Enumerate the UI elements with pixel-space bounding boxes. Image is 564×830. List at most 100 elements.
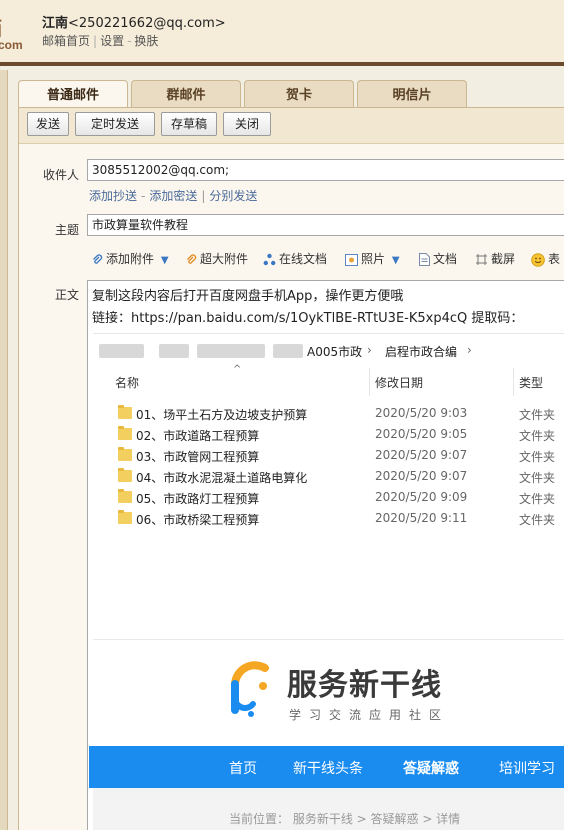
left-rail bbox=[0, 70, 8, 830]
attachment-toolbar: 添加附件 ▼ 超大附件 在线文档 照片 ▼ 文档 截屏 表 bbox=[87, 248, 564, 270]
link-settings[interactable]: 设置 bbox=[100, 34, 124, 48]
chevron-down-icon[interactable]: ▼ bbox=[161, 255, 169, 266]
link-mail-home[interactable]: 邮箱首页 bbox=[42, 34, 90, 48]
compose-panel: 发送 定时发送 存草稿 关闭 收件人 3085512002@qq.com; 添加… bbox=[18, 107, 564, 830]
file-type: 文件夹 bbox=[519, 450, 556, 464]
add-attachment-label: 添加附件 bbox=[106, 252, 155, 266]
recipient-options: 添加抄送 - 添加密送 | 分别发送 bbox=[89, 187, 257, 204]
save-draft-button[interactable]: 存草稿 bbox=[161, 112, 217, 136]
add-cc-link[interactable]: 添加抄送 bbox=[89, 189, 137, 203]
site-breadcrumb-bar: 当前位置： 服务新干线 > 答疑解惑 > 详情 bbox=[93, 788, 564, 830]
file-date: 2020/5/20 9:03 bbox=[375, 406, 468, 420]
to-label: 收件人 bbox=[42, 168, 79, 182]
file-name: 05、市政路灯工程预算 bbox=[136, 492, 260, 506]
screenshot-button[interactable]: 截屏 bbox=[475, 250, 515, 267]
online-doc-label: 在线文档 bbox=[279, 252, 328, 266]
chevron-down-icon[interactable]: ▼ bbox=[392, 255, 400, 266]
emoji-label: 表 bbox=[548, 252, 561, 266]
online-doc-button[interactable]: 在线文档 bbox=[263, 250, 327, 267]
folder-icon bbox=[118, 426, 132, 440]
chevron-right-icon: › bbox=[367, 343, 372, 357]
compose-tabs: 普通邮件 群邮件 贺卡 明信片 bbox=[18, 80, 564, 109]
breadcrumb-item: 启程市政合编 bbox=[385, 345, 458, 359]
photo-button[interactable]: 照片 ▼ bbox=[345, 250, 400, 267]
user-email: <250221662@qq.com> bbox=[68, 16, 226, 31]
divider bbox=[369, 368, 370, 396]
subject-field[interactable]: 市政算量软件教程 bbox=[87, 214, 564, 236]
table-row: 02、市政道路工程预算 2020/5/20 9:05 文件夹 bbox=[93, 425, 564, 446]
add-bcc-link[interactable]: 添加密送 bbox=[149, 189, 197, 203]
site-nav-item: 新干线头条 bbox=[293, 761, 363, 777]
logo-domain: com bbox=[0, 38, 23, 52]
file-name: 02、市政道路工程预算 bbox=[136, 429, 260, 443]
divider: - bbox=[141, 189, 146, 203]
body-editor[interactable]: 复制这段内容后打开百度网盘手机App，操作更方便哦 链接：https://pan… bbox=[87, 280, 564, 830]
separate-send-link[interactable]: 分别发送 bbox=[209, 189, 257, 203]
site-nav-item: 答疑解惑 bbox=[403, 761, 459, 777]
blurred-path bbox=[99, 344, 144, 358]
body-text-line: 复制这段内容后打开百度网盘手机App，操作更方便哦 bbox=[92, 289, 404, 304]
body-label: 正文 bbox=[54, 288, 79, 302]
file-type: 文件夹 bbox=[519, 429, 556, 443]
folder-icon bbox=[118, 447, 132, 461]
emoji-button[interactable]: 表 bbox=[531, 250, 560, 267]
site-logo-icon bbox=[231, 661, 269, 717]
to-field[interactable]: 3085512002@qq.com; bbox=[87, 159, 564, 181]
mailbox-logo[interactable]: 箱 com bbox=[0, 6, 30, 56]
mail-header: 箱 com 江南<250221662@qq.com> 邮箱首页|设置-换肤 bbox=[0, 0, 564, 66]
table-row: 03、市政管网工程预算 2020/5/20 9:07 文件夹 bbox=[93, 446, 564, 467]
tab-normal-mail[interactable]: 普通邮件 bbox=[18, 80, 128, 109]
share-nodes-icon bbox=[263, 253, 276, 266]
column-type: 类型 bbox=[519, 376, 544, 390]
site-nav-bar: 首页 新干线头条 答疑解惑 培训学习 bbox=[89, 746, 564, 788]
site-nav-item: 首页 bbox=[229, 761, 257, 777]
explorer-address-bar: A005市政 › 启程市政合编 › bbox=[93, 338, 564, 362]
large-attachment-button[interactable]: 超大附件 bbox=[185, 250, 248, 267]
document-label: 文档 bbox=[433, 252, 458, 266]
paperclip-icon bbox=[93, 253, 103, 264]
folder-icon bbox=[118, 489, 132, 503]
add-attachment-button[interactable]: 添加附件 ▼ bbox=[91, 250, 169, 267]
file-name: 01、场平土石方及边坡支护预算 bbox=[136, 408, 308, 422]
photo-icon bbox=[345, 253, 358, 266]
blurred-path bbox=[159, 344, 189, 358]
folder-icon bbox=[118, 468, 132, 482]
schedule-send-button[interactable]: 定时发送 bbox=[75, 112, 155, 136]
column-date: 修改日期 bbox=[375, 376, 424, 390]
chevron-right-icon: › bbox=[467, 343, 472, 357]
file-name: 06、市政桥梁工程预算 bbox=[136, 513, 260, 527]
file-name: 04、市政水泥混凝土道路电算化 bbox=[136, 471, 308, 485]
tab-postcard[interactable]: 明信片 bbox=[357, 80, 467, 108]
table-row: 05、市政路灯工程预算 2020/5/20 9:09 文件夹 bbox=[93, 488, 564, 509]
file-date: 2020/5/20 9:05 bbox=[375, 427, 468, 441]
photo-label: 照片 bbox=[361, 252, 386, 266]
blurred-path bbox=[197, 344, 265, 358]
document-icon bbox=[419, 253, 430, 266]
body-link-line: 链接：https://pan.baidu.com/s/1OykTlBE-RTtU… bbox=[92, 311, 524, 326]
header-links: 邮箱首页 | 设置 - 换肤 bbox=[42, 32, 158, 49]
blurred-path bbox=[273, 344, 303, 358]
site-title: 服务新干线 bbox=[287, 668, 442, 703]
link-skin[interactable]: 换肤 bbox=[134, 34, 158, 48]
screenshot-label: 截屏 bbox=[491, 252, 516, 266]
file-date: 2020/5/20 9:11 bbox=[375, 511, 468, 525]
user-name: 江南 bbox=[42, 16, 69, 31]
tab-greeting-card[interactable]: 贺卡 bbox=[244, 80, 354, 108]
folder-icon bbox=[118, 510, 132, 524]
document-button[interactable]: 文档 bbox=[419, 250, 457, 267]
file-date: 2020/5/20 9:09 bbox=[375, 490, 468, 504]
site-breadcrumb: 当前位置： 服务新干线 > 答疑解惑 > 详情 bbox=[229, 812, 461, 826]
tab-group-mail[interactable]: 群邮件 bbox=[131, 80, 241, 108]
table-row: 04、市政水泥混凝土道路电算化 2020/5/20 9:07 文件夹 bbox=[93, 467, 564, 488]
compose-toolbar: 发送 定时发送 存草稿 关闭 bbox=[19, 108, 564, 144]
close-button[interactable]: 关闭 bbox=[223, 112, 271, 136]
divider: | bbox=[201, 189, 206, 203]
large-attachment-label: 超大附件 bbox=[200, 252, 249, 266]
embedded-site-image: 服务新干线 学习交流应用社区 首页 新干线头条 答疑解惑 培训学习 当前位置： … bbox=[89, 639, 564, 830]
smiley-icon bbox=[531, 252, 545, 267]
paperclip-icon bbox=[187, 253, 197, 264]
send-button[interactable]: 发送 bbox=[27, 112, 69, 136]
user-identity: 江南<250221662@qq.com> bbox=[42, 12, 226, 31]
logo-text: 箱 bbox=[0, 12, 30, 41]
site-subtitle: 学习交流应用社区 bbox=[289, 708, 450, 722]
